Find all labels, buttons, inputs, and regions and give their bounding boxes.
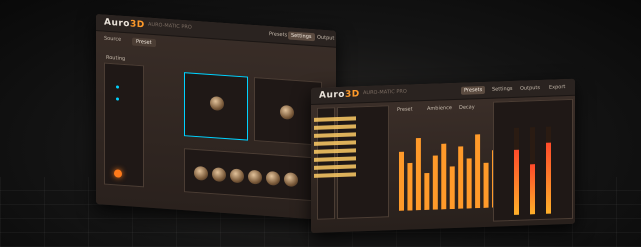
meter-fill [546, 142, 551, 214]
meter-fill [514, 149, 519, 215]
knob[interactable] [212, 167, 226, 183]
tab-settings[interactable]: Settings [489, 85, 516, 94]
logo-text: Auro [104, 17, 130, 30]
bar [407, 162, 413, 211]
tab-output[interactable]: Output [314, 33, 336, 43]
plugin-window-secondary: Auro3D AURO-MATIC PRO Presets Settings O… [311, 78, 575, 233]
tab-settings[interactable]: Settings [288, 31, 315, 42]
bar [466, 158, 472, 209]
control-label: Preset [397, 106, 413, 113]
bar [399, 151, 404, 211]
app-subtitle: AURO-MATIC PRO [148, 21, 192, 31]
bar [415, 138, 421, 211]
logo-badge: 3D [130, 19, 145, 31]
control-label: Ambience [427, 105, 452, 112]
tab-outputs[interactable]: Outputs [517, 84, 543, 93]
preset-list [337, 105, 389, 220]
tab-export[interactable]: Export [546, 83, 568, 92]
meter [530, 127, 535, 215]
status-led [116, 97, 119, 101]
app-logo: Auro3D [104, 18, 145, 31]
status-led [116, 85, 119, 89]
knob[interactable] [284, 172, 298, 188]
meter-fill [530, 163, 535, 215]
tab-presets[interactable]: Presets [461, 85, 486, 95]
bar [424, 172, 430, 211]
bar [441, 143, 447, 210]
output-meter-panel [493, 98, 573, 222]
bar [483, 162, 489, 208]
left-control-panel [104, 62, 144, 188]
panner-source[interactable] [280, 104, 294, 120]
bar-chart [399, 134, 497, 211]
bar [458, 146, 464, 209]
power-lamp[interactable] [114, 169, 122, 178]
meter [546, 126, 551, 214]
bar [475, 134, 481, 209]
app-logo: Auro3D [319, 89, 360, 100]
knob[interactable] [194, 165, 208, 181]
app-screenshot: Auro3D AURO-MATIC PRO Presets Settings O… [0, 0, 641, 247]
knob[interactable] [266, 170, 280, 186]
bar [432, 155, 438, 210]
tab-presets[interactable]: Presets [266, 30, 290, 40]
knob[interactable] [230, 168, 244, 184]
preset-button[interactable]: Preset [132, 37, 156, 48]
plugin-window-primary: Auro3D AURO-MATIC PRO Presets Settings O… [96, 14, 336, 221]
routing-label: Routing [106, 54, 126, 63]
left-rail [317, 107, 335, 220]
bar [449, 166, 455, 210]
control-label: Decay [459, 104, 475, 111]
logo-badge: 3D [345, 89, 360, 100]
source-label: Source [104, 35, 122, 43]
panner-source[interactable] [210, 95, 224, 111]
app-subtitle: AURO-MATIC PRO [363, 88, 407, 97]
knob[interactable] [248, 169, 262, 185]
logo-text: Auro [319, 89, 345, 101]
meter [514, 127, 519, 215]
